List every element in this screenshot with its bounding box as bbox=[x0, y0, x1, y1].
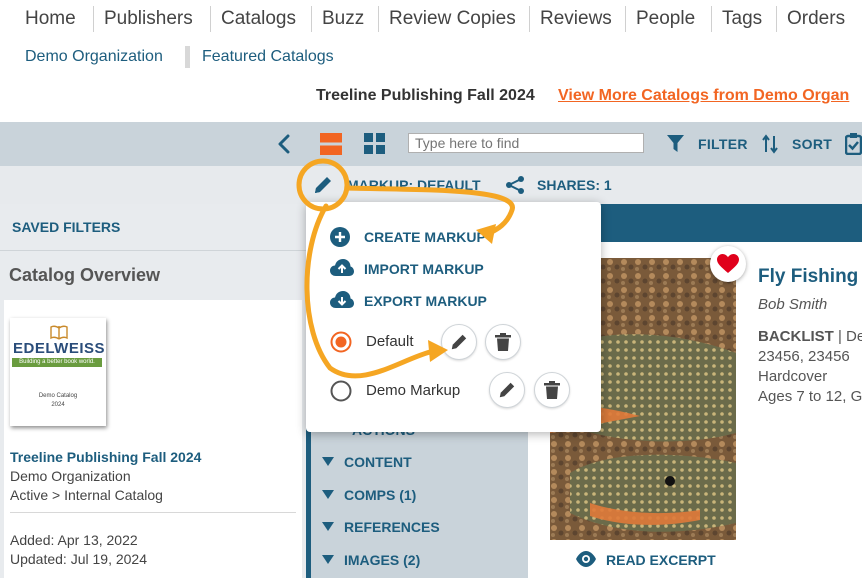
logo-tagline: Building a better book world. bbox=[12, 358, 102, 367]
catalog-card-status: Active > Internal Catalog bbox=[10, 487, 163, 503]
clipboard-check-icon[interactable] bbox=[844, 133, 862, 160]
nav-orders[interactable]: Orders bbox=[787, 8, 845, 30]
catalog-card-updated: Updated: Jul 19, 2024 bbox=[10, 551, 147, 567]
catalog-overview-heading: Catalog Overview bbox=[9, 265, 161, 285]
pencil-icon bbox=[451, 334, 467, 350]
caret-down-icon bbox=[322, 555, 334, 564]
nav-divider bbox=[776, 6, 777, 32]
sort-button[interactable]: SORT bbox=[792, 136, 832, 152]
subnav-divider bbox=[185, 46, 190, 68]
book-ages: Ages 7 to 12, G bbox=[758, 388, 862, 405]
catalog-header: Treeline Publishing Fall 2024 View More … bbox=[0, 84, 862, 108]
section-content[interactable]: CONTENT bbox=[322, 454, 412, 470]
nav-divider bbox=[311, 6, 312, 32]
pencil-icon bbox=[499, 382, 515, 398]
nav-divider bbox=[210, 6, 211, 32]
nav-people[interactable]: People bbox=[636, 8, 695, 30]
heart-icon bbox=[717, 254, 739, 273]
markup-dropdown: CREATE MARKUP IMPORT MARKUP EXPORT MARKU… bbox=[306, 202, 601, 432]
markup-option-default[interactable]: Default bbox=[366, 333, 414, 350]
subnav-featured-catalogs[interactable]: Featured Catalogs bbox=[202, 48, 334, 66]
catalog-card-organization: Demo Organization bbox=[10, 468, 131, 484]
more-catalogs-link[interactable]: View More Catalogs from Demo Organ bbox=[558, 87, 849, 105]
nav-home[interactable]: Home bbox=[25, 8, 76, 30]
book-format-line: BACKLIST | De bbox=[758, 328, 862, 345]
nav-divider bbox=[93, 6, 94, 32]
trash-icon bbox=[495, 333, 511, 351]
sort-icon[interactable] bbox=[762, 134, 778, 159]
section-references[interactable]: REFERENCES bbox=[322, 519, 440, 535]
pencil-icon[interactable] bbox=[313, 175, 333, 200]
cloud-upload-icon[interactable] bbox=[330, 259, 354, 282]
catalog-card-title[interactable]: Treeline Publishing Fall 2024 bbox=[10, 449, 201, 465]
radio-default[interactable] bbox=[330, 331, 352, 358]
delete-markup-button[interactable] bbox=[534, 372, 570, 408]
favorite-button[interactable] bbox=[710, 246, 746, 282]
nav-divider bbox=[529, 6, 530, 32]
chevron-left-icon[interactable] bbox=[276, 134, 292, 159]
list-view-icon[interactable] bbox=[320, 133, 342, 160]
plus-circle-icon[interactable] bbox=[330, 227, 350, 252]
book-logo-icon bbox=[50, 325, 68, 340]
radio-demo-markup[interactable] bbox=[330, 380, 352, 407]
nav-divider bbox=[378, 6, 379, 32]
read-excerpt-button[interactable]: READ EXCERPT bbox=[606, 552, 716, 568]
caret-down-icon bbox=[322, 490, 334, 499]
create-markup-button[interactable]: CREATE MARKUP bbox=[364, 229, 486, 245]
markup-default-label[interactable]: MARKUP: DEFAULT bbox=[347, 177, 481, 193]
catalog-card: EDELWEISS Building a better book world. … bbox=[4, 300, 302, 578]
nav-review-copies[interactable]: Review Copies bbox=[389, 8, 516, 30]
nav-publishers[interactable]: Publishers bbox=[104, 8, 193, 30]
catalog-card-added: Added: Apr 13, 2022 bbox=[10, 532, 138, 548]
edit-markup-button[interactable] bbox=[489, 372, 525, 408]
grid-view-icon[interactable] bbox=[364, 133, 385, 159]
cover-caption: Demo Catalog 2024 bbox=[38, 393, 78, 408]
nav-reviews[interactable]: Reviews bbox=[540, 8, 612, 30]
export-markup-button[interactable]: EXPORT MARKUP bbox=[364, 293, 487, 309]
book-title[interactable]: Fly Fishing f bbox=[758, 266, 862, 288]
section-images[interactable]: IMAGES (2) bbox=[322, 552, 420, 568]
search-input[interactable] bbox=[408, 133, 644, 153]
filter-icon[interactable] bbox=[667, 135, 684, 158]
nav-buzz[interactable]: Buzz bbox=[322, 8, 364, 30]
nav-divider bbox=[625, 6, 626, 32]
nav-tags[interactable]: Tags bbox=[722, 8, 762, 30]
left-panel: SAVED FILTERS Catalog Overview EDELWEISS… bbox=[0, 204, 306, 578]
subnav-demo-organization[interactable]: Demo Organization bbox=[25, 48, 163, 66]
edit-markup-button[interactable] bbox=[441, 324, 477, 360]
import-markup-button[interactable]: IMPORT MARKUP bbox=[364, 261, 484, 277]
book-isbns: 23456, 23456 bbox=[758, 348, 850, 365]
logo-text: EDELWEISS bbox=[13, 340, 106, 357]
markup-bar: MARKUP: DEFAULT SHARES: 1 bbox=[0, 166, 862, 204]
book-binding: Hardcover bbox=[758, 368, 828, 385]
nav-divider bbox=[711, 6, 712, 32]
section-comps[interactable]: COMPS (1) bbox=[322, 487, 416, 503]
filter-button[interactable]: FILTER bbox=[698, 136, 748, 152]
shares-label[interactable]: SHARES: 1 bbox=[537, 177, 612, 193]
caret-down-icon bbox=[322, 457, 334, 466]
catalog-cover-image[interactable]: EDELWEISS Building a better book world. … bbox=[10, 318, 106, 426]
delete-markup-button[interactable] bbox=[485, 324, 521, 360]
share-icon[interactable] bbox=[505, 175, 525, 200]
cloud-download-icon[interactable] bbox=[330, 291, 354, 314]
markup-option-demo-markup[interactable]: Demo Markup bbox=[366, 382, 460, 399]
caret-down-icon bbox=[322, 522, 334, 531]
trash-icon bbox=[544, 381, 560, 399]
toolbar: FILTER SORT bbox=[0, 122, 862, 166]
book-author[interactable]: Bob Smith bbox=[758, 296, 827, 313]
saved-filters-heading[interactable]: SAVED FILTERS bbox=[12, 219, 120, 235]
nav-catalogs[interactable]: Catalogs bbox=[221, 8, 296, 30]
top-nav: Home Publishers Catalogs Buzz Review Cop… bbox=[0, 0, 862, 40]
catalog-title: Treeline Publishing Fall 2024 bbox=[316, 87, 535, 104]
backlist-label: BACKLIST bbox=[758, 328, 834, 345]
divider bbox=[10, 512, 296, 513]
eye-icon[interactable] bbox=[576, 551, 596, 572]
divider bbox=[0, 250, 306, 251]
